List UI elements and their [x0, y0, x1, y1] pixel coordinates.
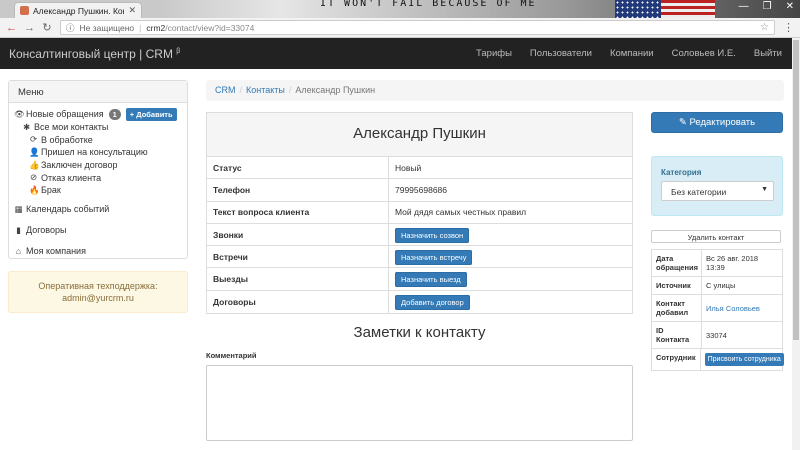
favicon-icon: [20, 6, 29, 15]
table-row: Текст вопроса клиента Мой дядя самых чес…: [207, 201, 632, 224]
breadcrumb: CRM / Контакты / Александр Пушкин: [206, 80, 784, 101]
flag-decoration: [615, 0, 715, 18]
add-request-button[interactable]: + Добавить: [125, 107, 177, 121]
address-bar: ← → ↻ ⓘ Не защищено | crm2/contact/view?…: [0, 18, 800, 38]
url-text: crm2/contact/view?id=33074: [146, 22, 255, 33]
scrollbar-thumb[interactable]: [793, 40, 799, 340]
close-tab-icon[interactable]: ✕: [128, 5, 136, 16]
browser-tab[interactable]: Александр Пушкин. Кон ✕: [14, 2, 142, 18]
sidebar-item-rejected[interactable]: ⊘ Отказ клиента: [14, 171, 182, 184]
breadcrumb-crm[interactable]: CRM: [215, 85, 236, 95]
maximize-icon[interactable]: ❐: [763, 1, 772, 12]
table-row: Встречи Назначить встречу: [207, 246, 632, 269]
window-controls: — ❐ ✕: [739, 1, 794, 12]
reload-icon[interactable]: ↻: [42, 21, 52, 34]
edit-button[interactable]: ✎ Редактировать: [651, 112, 783, 133]
wallpaper-banner: IT WON'T FAIL BECAUSE OF ME: [320, 0, 537, 9]
table-row: Дата обращения Вс 26 авг. 2018 13:39: [652, 250, 782, 277]
sidebar-item-all-contacts[interactable]: ✱ Все мои контакты: [14, 121, 182, 134]
table-row: Договоры Добавить договор: [207, 290, 632, 314]
url-input[interactable]: ⓘ Не защищено | crm2/contact/view?id=330…: [60, 20, 775, 35]
eye-icon: 👁: [14, 108, 25, 119]
sidebar-item-contracts[interactable]: ▮ Договоры: [14, 222, 182, 239]
add-contract-button[interactable]: Добавить договор: [395, 294, 470, 310]
question-value: Мой дядя самых честных правил: [395, 207, 527, 218]
security-label: Не защищено: [79, 22, 135, 33]
source-value: С улицы: [706, 281, 736, 290]
date-value: Вс 26 авг. 2018 13:39: [706, 254, 759, 272]
calendar-icon: ▦: [14, 203, 23, 214]
contact-info-table: Дата обращения Вс 26 авг. 2018 13:39 Ист…: [651, 249, 784, 371]
category-select[interactable]: Без категории ▼: [661, 181, 774, 201]
chevron-down-icon: ▼: [761, 186, 768, 193]
breadcrumb-contacts[interactable]: Контакты: [246, 85, 285, 95]
sidebar-item-contract-signed[interactable]: 👍 Заключен договор: [14, 159, 182, 172]
sidebar-item-defect[interactable]: 🔥 Брак: [14, 184, 182, 197]
bookmark-star-icon[interactable]: ☆: [760, 22, 769, 33]
app-navbar: Консалтинговый центр | CRM β Тарифы Поль…: [0, 38, 800, 69]
nav-link-tariffs[interactable]: Тарифы: [467, 48, 521, 59]
close-window-icon[interactable]: ✕: [786, 1, 794, 12]
added-by-link[interactable]: Илья Соловьев: [702, 295, 782, 321]
schedule-visit-button[interactable]: Назначить выезд: [395, 272, 467, 288]
info-icon[interactable]: ⓘ: [66, 22, 75, 34]
minimize-icon[interactable]: —: [739, 1, 749, 12]
nav-link-profile[interactable]: Соловьев И.Е.: [663, 48, 745, 59]
delete-contact-button[interactable]: Удалить контакт: [651, 230, 781, 243]
table-row: Выезды Назначить выезд: [207, 268, 632, 291]
thumbs-up-icon: 👍: [29, 159, 40, 170]
assign-employee-button[interactable]: Присвоить сотрудника: [704, 353, 784, 366]
status-value: Новый: [395, 162, 422, 173]
table-row: ID Контакта 33074: [652, 322, 782, 349]
forward-icon[interactable]: →: [24, 22, 35, 34]
table-row: Телефон 79995698686: [207, 179, 632, 202]
table-row: Статус Новый: [207, 157, 632, 180]
browser-tabstrip: IT WON'T FAIL BECAUSE OF ME Александр Пу…: [0, 0, 800, 18]
support-email: admin@yurcrm.ru: [62, 293, 134, 303]
browser-menu-icon[interactable]: ⋮: [783, 21, 794, 34]
home-icon: ⌂: [15, 246, 22, 257]
contact-name: Александр Пушкин: [207, 113, 632, 157]
contact-details-table: Александр Пушкин Статус Новый Телефон 79…: [206, 112, 633, 315]
fire-icon: 🔥: [29, 184, 40, 195]
comment-textarea[interactable]: [206, 365, 633, 441]
contact-id-value: 33074: [706, 330, 727, 340]
file-icon: ▮: [16, 224, 21, 235]
sidebar-title: Меню: [9, 81, 187, 103]
nav-link-users[interactable]: Пользователи: [521, 48, 601, 59]
table-row: Контакт добавил Илья Соловьев: [652, 295, 782, 322]
back-icon[interactable]: ←: [6, 22, 17, 34]
table-row: Сотрудник Присвоить сотрудника: [652, 349, 784, 370]
category-label: Категория: [661, 168, 702, 177]
page-scrollbar[interactable]: [792, 38, 800, 450]
sidebar-menu: Меню 👁 Новые обращения 1 + Добавить ✱ Вс…: [8, 80, 188, 259]
pencil-icon: ✎: [678, 117, 687, 128]
sidebar-item-in-progress[interactable]: ⟳ В обработке: [14, 133, 182, 146]
refresh-icon: ⟳: [29, 134, 38, 145]
nav-link-logout[interactable]: Выйти: [745, 48, 791, 59]
notes-title: Заметки к контакту: [353, 324, 486, 341]
schedule-meeting-button[interactable]: Назначить встречу: [395, 249, 473, 265]
phone-value: 79995698686: [395, 184, 448, 195]
tab-title: Александр Пушкин. Кон: [33, 5, 125, 16]
comment-label: Комментарий: [206, 351, 257, 360]
user-icon: 👤: [29, 146, 40, 157]
asterisk-icon: ✱: [22, 121, 31, 132]
breadcrumb-current: Александр Пушкин: [295, 85, 376, 95]
category-panel: Категория Без категории ▼: [651, 156, 783, 216]
sidebar-item-calendar[interactable]: ▦ Календарь событий: [14, 201, 182, 218]
schedule-call-button[interactable]: Назначить созвон: [395, 227, 470, 243]
sidebar-item-new-requests[interactable]: 👁 Новые обращения 1 + Добавить: [14, 107, 182, 121]
brand-link[interactable]: Консалтинговый центр | CRM β: [9, 47, 180, 61]
table-row: Источник С улицы: [652, 277, 782, 295]
table-row: Звонки Назначить созвон: [207, 223, 632, 247]
support-notice: Оперативная техподдержка: admin@yurcrm.r…: [8, 271, 188, 313]
new-requests-badge: 1: [108, 108, 121, 120]
sidebar-item-consultation[interactable]: 👤 Пришел на консультацию: [14, 146, 182, 159]
nav-links: Тарифы Пользователи Компании Соловьев И.…: [467, 48, 791, 59]
nav-link-companies[interactable]: Компании: [601, 48, 663, 59]
ban-icon: ⊘: [29, 172, 38, 183]
sidebar-item-company[interactable]: ⌂ Моя компания: [14, 243, 182, 260]
